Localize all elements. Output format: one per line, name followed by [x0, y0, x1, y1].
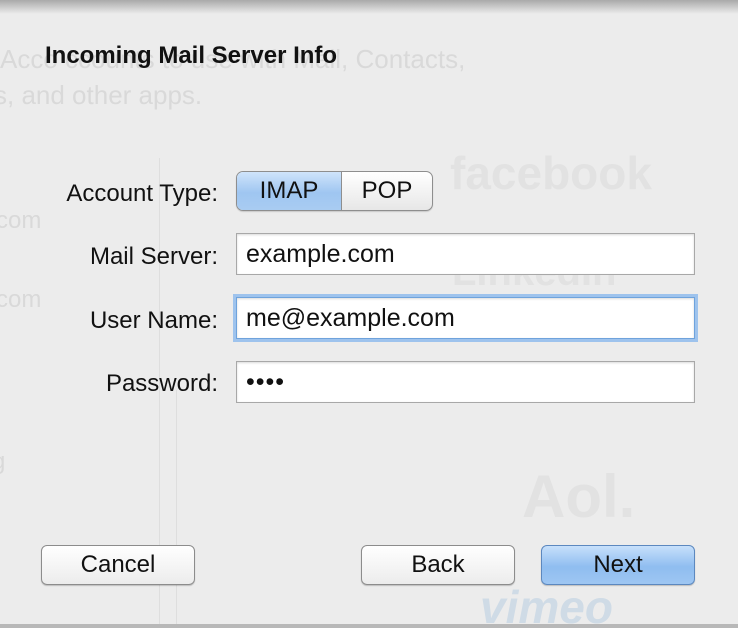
password-label: Password: [105, 370, 218, 397]
account-type-label: Account Type: [66, 180, 218, 207]
imap-segment[interactable]: IMAP [237, 172, 342, 210]
mail-server-field[interactable]: example.com [236, 233, 695, 275]
account-type-segmented-control[interactable]: IMAP POP [236, 171, 433, 211]
back-button[interactable]: Back [361, 545, 515, 585]
incoming-mail-server-sheet: Incoming Mail Server Info Account Type: … [0, 0, 738, 628]
next-button[interactable]: Next [541, 545, 695, 585]
user-name-label: User Name: [89, 307, 218, 334]
user-name-field[interactable]: me@example.com [236, 297, 695, 339]
mail-server-label: Mail Server: [89, 243, 218, 270]
cancel-button[interactable]: Cancel [41, 545, 195, 585]
password-field[interactable]: •••• [236, 361, 695, 403]
sheet-title: Incoming Mail Server Info [45, 42, 338, 69]
pop-segment[interactable]: POP [342, 172, 432, 210]
